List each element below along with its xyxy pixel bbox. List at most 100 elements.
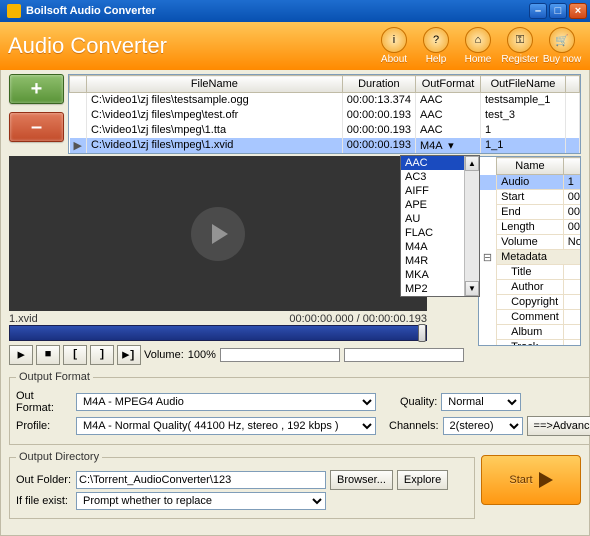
row-play-icon: ▶ [70, 138, 87, 153]
prop-value: 00:00:00.193 [563, 220, 581, 235]
next-mark-button[interactable]: ▶] [117, 345, 141, 365]
remove-file-button[interactable]: – [9, 112, 64, 142]
dropdown-scrollbar[interactable]: ▲ ▼ [464, 156, 479, 296]
metadata-value [563, 280, 581, 295]
toolbar-register[interactable]: ⚿Register [500, 27, 540, 65]
register-icon: ⚿ [507, 27, 533, 53]
table-row[interactable]: C:\video1\zj files\testsample.ogg00:00:1… [70, 93, 580, 108]
metadata-item-row[interactable]: Title [479, 265, 581, 280]
prop-value: 00:00:00.000 [563, 190, 581, 205]
outformat-dropdown-open[interactable]: AACAC3AIFFAPEAUFLACM4AM4RMKAMP2 ▲ ▼ [400, 155, 480, 297]
metadata-value [563, 295, 581, 310]
prop-name: Audio [497, 175, 564, 190]
metadata-item-row[interactable]: Author [479, 280, 581, 295]
home-icon: ⌂ [465, 27, 491, 53]
start-button[interactable]: Start [481, 455, 581, 505]
channels-select[interactable]: 2(stereo) [443, 417, 523, 435]
cell-duration: 00:00:13.374 [342, 93, 415, 108]
mark-out-button[interactable]: ] [90, 345, 114, 365]
props-row[interactable]: End00:00:00.193 [479, 205, 581, 220]
browser-button[interactable]: Browser... [330, 470, 393, 490]
filetable-header[interactable]: OutFileName [481, 76, 566, 93]
volume-label: Volume: [144, 349, 184, 361]
cell-outfile: 1 [481, 123, 566, 138]
app-icon [7, 4, 21, 18]
row-play-icon [70, 108, 87, 123]
prop-name: Length [497, 220, 564, 235]
outfolder-input[interactable] [76, 471, 326, 489]
table-row[interactable]: C:\video1\zj files\mpeg\1.tta00:00:00.19… [70, 123, 580, 138]
filetable-header[interactable]: Duration [342, 76, 415, 93]
table-row[interactable]: ▶C:\video1\zj files\mpeg\1.xvid00:00:00.… [70, 138, 580, 153]
props-row[interactable]: VolumeNormal [479, 235, 581, 250]
channels-label: Channels: [389, 420, 439, 432]
prop-value: 1 [563, 175, 581, 190]
fileexist-select[interactable]: Prompt whether to replace [76, 492, 326, 510]
volume-bar-left[interactable] [220, 348, 340, 362]
toolbar-buy-now[interactable]: 🛒Buy now [542, 27, 582, 65]
maximize-button[interactable]: □ [549, 3, 567, 19]
metadata-value [563, 325, 581, 340]
timeline-slider[interactable] [9, 325, 427, 341]
cell-filename: C:\video1\zj files\mpeg\test.ofr [86, 108, 342, 123]
outformat-select[interactable]: M4A - MPEG4 Audio [76, 393, 376, 411]
slider-thumb[interactable] [418, 324, 426, 342]
metadata-item-row[interactable]: Track [479, 340, 581, 347]
toolbar-about[interactable]: iAbout [374, 27, 414, 65]
output-format-legend: Output Format [16, 371, 93, 383]
props-header[interactable]: Name [497, 158, 564, 175]
filetable-header[interactable]: FileName [86, 76, 342, 93]
collapse-icon[interactable]: ⊟ [479, 250, 497, 265]
minimize-button[interactable]: – [529, 3, 547, 19]
advance-button[interactable]: ==>Advance [527, 416, 590, 436]
metadata-value [563, 265, 581, 280]
volume-bar-right[interactable] [344, 348, 464, 362]
volume-value: 100% [188, 349, 216, 361]
metadata-item-row[interactable]: Comment [479, 310, 581, 325]
cell-duration: 00:00:00.193 [342, 108, 415, 123]
metadata-row[interactable]: ⊟Metadata [479, 250, 581, 265]
metadata-name: Album [497, 325, 564, 340]
metadata-value [563, 340, 581, 347]
help-icon: ? [423, 27, 449, 53]
window-title-text: Boilsoft Audio Converter [26, 5, 156, 17]
metadata-name: Copyright [497, 295, 564, 310]
cell-outfile: testsample_1 [481, 93, 566, 108]
titlebar[interactable]: Boilsoft Audio Converter – □ × [0, 0, 590, 22]
scroll-up-icon[interactable]: ▲ [465, 156, 479, 171]
output-directory-legend: Output Directory [16, 451, 102, 463]
profile-select[interactable]: M4A - Normal Quality( 44100 Hz, stereo ,… [76, 417, 376, 435]
fileexist-label: If file exist: [16, 495, 72, 507]
mark-in-button[interactable]: [ [63, 345, 87, 365]
prop-value: Normal [563, 235, 581, 250]
prop-name: End [497, 205, 564, 220]
metadata-item-row[interactable]: Album [479, 325, 581, 340]
close-button[interactable]: × [569, 3, 587, 19]
play-button[interactable]: ▶ [9, 345, 33, 365]
explore-button[interactable]: Explore [397, 470, 448, 490]
props-row[interactable]: Start00:00:00.000 [479, 190, 581, 205]
prop-name: Start [497, 190, 564, 205]
props-header[interactable]: Value [563, 158, 581, 175]
preview-play-button[interactable] [191, 207, 245, 261]
metadata-item-row[interactable]: Copyright [479, 295, 581, 310]
timeline-filename: 1.xvid [9, 313, 38, 325]
toolbar-help[interactable]: ?Help [416, 27, 456, 65]
prop-value: 00:00:00.193 [563, 205, 581, 220]
stop-button[interactable]: ■ [36, 345, 60, 365]
cell-outfile: test_3 [481, 108, 566, 123]
quality-select[interactable]: Normal [441, 393, 521, 411]
metadata-name: Comment [497, 310, 564, 325]
properties-table[interactable]: NameValueAudio1Start00:00:00.000End00:00… [478, 156, 581, 346]
table-row[interactable]: C:\video1\zj files\mpeg\test.ofr00:00:00… [70, 108, 580, 123]
cell-filename: C:\video1\zj files\testsample.ogg [86, 93, 342, 108]
scroll-down-icon[interactable]: ▼ [465, 281, 479, 296]
toolbar-home[interactable]: ⌂Home [458, 27, 498, 65]
props-row[interactable]: Audio1 [479, 175, 581, 190]
cell-format[interactable]: M4A ▾ [416, 138, 481, 153]
props-row[interactable]: Length00:00:00.193 [479, 220, 581, 235]
quality-label: Quality: [400, 396, 437, 408]
add-file-button[interactable]: + [9, 74, 64, 104]
file-table[interactable]: FileNameDurationOutFormatOutFileNameC:\v… [68, 74, 581, 154]
filetable-header[interactable]: OutFormat [416, 76, 481, 93]
